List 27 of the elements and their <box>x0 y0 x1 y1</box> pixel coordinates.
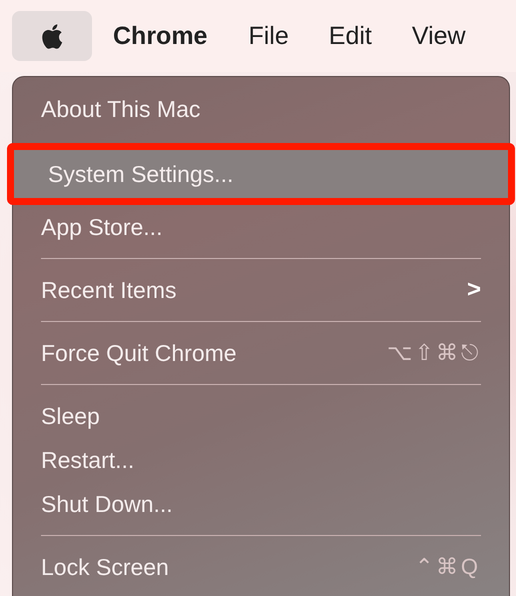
menu-item-label: App Store... <box>41 214 162 240</box>
menu-item[interactable]: Restart... <box>13 438 509 482</box>
menu-item-label: System Settings... <box>48 160 234 188</box>
menu-item[interactable]: Sleep <box>13 394 509 438</box>
menu-bar-item[interactable]: View <box>392 11 486 61</box>
menu-item[interactable]: Recent Items > <box>13 268 509 312</box>
apple-menu-button[interactable] <box>12 11 92 61</box>
menu-item-label: Lock Screen <box>41 554 169 580</box>
menu-bar-item[interactable]: File <box>228 11 309 61</box>
menu-item-label: Sleep <box>41 402 100 430</box>
menu-item[interactable]: Lock Screen ⌃⌘Q <box>13 545 509 589</box>
highlighted-menu-item[interactable]: System Settings... <box>7 143 515 205</box>
menu-item[interactable]: Shut Down... <box>13 482 509 526</box>
menu-bar-item[interactable]: Edit <box>308 11 392 61</box>
menu-item-label: About This Mac <box>41 96 200 122</box>
keyboard-shortcut: ⌃⌘Q <box>414 554 481 580</box>
menu-bar-item[interactable]: Chrome <box>92 11 228 61</box>
apple-logo-icon <box>41 23 63 49</box>
menu-item-label: Recent Items <box>41 276 176 304</box>
menu-item[interactable]: App Store... <box>13 205 509 249</box>
menu-item[interactable]: Force Quit Chrome ⌥⇧⌘⎋ <box>13 331 509 375</box>
menu-item[interactable]: About This Mac <box>13 87 509 131</box>
menu-item-label: Force Quit Chrome <box>41 340 237 366</box>
menu-item-label: Restart... <box>41 446 134 474</box>
menu-item-label: Shut Down... <box>41 490 173 518</box>
submenu-arrow: > <box>466 276 481 304</box>
keyboard-shortcut: ⌥⇧⌘⎋ <box>387 340 481 366</box>
